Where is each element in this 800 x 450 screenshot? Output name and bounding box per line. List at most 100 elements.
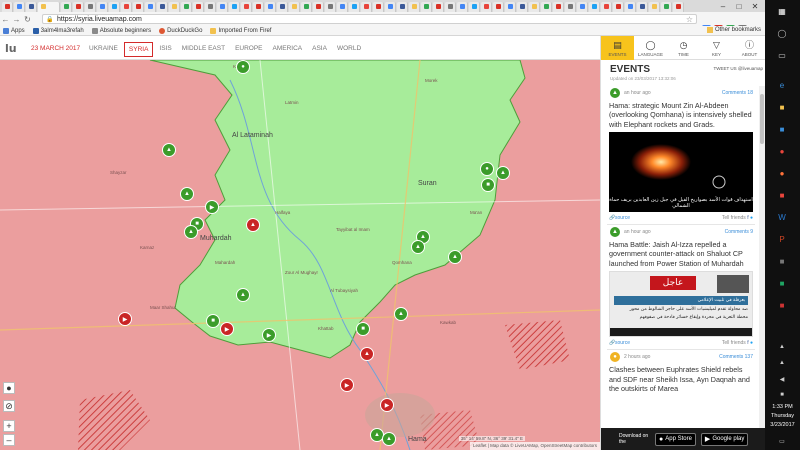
twitter-icon[interactable]: ● [750,340,753,346]
app-store-button[interactable]: ● App Store [655,432,696,446]
event-text[interactable]: Hama: strategic Mount Zin Al-Abdeen (ove… [607,100,755,132]
rebel-event-marker[interactable]: ■ [481,178,495,192]
government-event-marker[interactable]: ▲ [246,218,260,232]
government-event-marker[interactable]: ▶ [380,398,394,412]
tell-friends[interactable]: Tell friends f ● [722,340,753,346]
file-explorer-icon[interactable]: ■ [775,100,789,114]
browser-tab[interactable] [2,2,13,12]
current-date[interactable]: 23 MARCH 2017 [31,45,80,52]
government-event-marker[interactable]: ▶ [220,322,234,336]
other-bookmarks[interactable]: Other bookmarks [706,27,761,33]
browser-tab[interactable] [289,2,300,12]
browser-tab[interactable] [157,2,168,12]
reload-icon[interactable]: ↻ [22,14,33,25]
region-tab-europe[interactable]: EUROPE [231,42,266,57]
browser-tab[interactable] [433,2,444,12]
minimize-icon[interactable]: – [715,0,731,12]
tell-friends[interactable]: Tell friends f ● [722,215,753,221]
browser-tab[interactable] [637,2,648,12]
event-image[interactable]: استهداف قوات الأسد بصواريخ الفيل في جبل … [609,132,753,213]
store-icon[interactable]: ■ [775,122,789,136]
region-tab-asia[interactable]: ASIA [308,42,331,57]
browser-tab[interactable] [553,2,564,12]
browser-tab[interactable] [313,2,324,12]
tab-about[interactable]: ⓘ ABOUT [733,36,765,60]
browser-tab[interactable] [529,2,540,12]
browser-tab[interactable] [493,2,504,12]
browser-tab[interactable] [38,2,60,12]
bookmark-apps[interactable]: Apps [3,27,25,34]
government-event-marker[interactable]: ▶ [340,378,354,392]
region-tab-isis[interactable]: ISIS [155,42,175,57]
browser-tab[interactable] [337,2,348,12]
conflict-map[interactable]: Kafr Zita Latmin Al Lataminah Morek Sura… [0,60,600,450]
rebel-event-marker[interactable]: ▲ [184,225,198,239]
bookmark-item[interactable]: Absolute beginners [91,27,151,34]
browser-tab[interactable] [325,2,336,12]
browser-tab[interactable] [505,2,516,12]
browser-tab[interactable] [601,2,612,12]
browser-tab[interactable] [445,2,456,12]
browser-tab[interactable] [133,2,144,12]
close-icon[interactable]: ✕ [747,0,763,12]
browser-tab[interactable] [205,2,216,12]
browser-tab[interactable] [121,2,132,12]
region-tab-world[interactable]: WORLD [333,42,365,57]
notifications-icon[interactable]: ▭ [775,434,789,448]
browser-tab[interactable] [469,2,480,12]
map-layers-button[interactable]: ⊘ [3,400,15,412]
zoom-out-button[interactable]: – [3,434,15,446]
rebel-event-marker[interactable]: ▲ [448,250,462,264]
network-icon[interactable]: ▲ [775,356,789,370]
search-icon[interactable]: ◯ [775,26,789,40]
browser-tab[interactable] [409,2,420,12]
browser-tab[interactable] [577,2,588,12]
rebel-event-marker[interactable]: ■ [356,322,370,336]
app-icon[interactable]: ■ [775,254,789,268]
browser-tab[interactable] [26,2,37,12]
rebel-event-marker[interactable]: ▲ [382,432,396,446]
rebel-event-marker[interactable]: ▲ [162,143,176,157]
scrollbar-thumb[interactable] [760,94,764,144]
word-icon[interactable]: W [775,210,789,224]
firefox-icon[interactable]: ● [775,166,789,180]
rebel-event-marker[interactable]: ▲ [496,166,510,180]
browser-tab[interactable] [229,2,240,12]
browser-tab[interactable] [169,2,180,12]
source-link[interactable]: source [615,215,630,221]
browser-tab[interactable] [481,2,492,12]
keyboard-icon[interactable]: ■ [775,388,789,402]
browser-tab[interactable] [97,2,108,12]
source-link[interactable]: source [615,340,630,346]
chrome-icon[interactable]: ● [775,144,789,158]
region-tab-ukraine[interactable]: UKRAINE [85,42,122,57]
browser-tab[interactable] [373,2,384,12]
rebel-event-marker[interactable]: ● [480,162,494,176]
tweet-us-link[interactable]: TWEET US @liveuamap [714,66,764,71]
rebel-event-marker[interactable]: ▲ [180,187,194,201]
browser-tab[interactable] [217,2,228,12]
maximize-icon[interactable]: □ [731,0,747,12]
app-icon[interactable]: ■ [775,276,789,290]
browser-tab[interactable] [649,2,660,12]
back-icon[interactable]: ← [0,14,11,25]
task-view-icon[interactable]: ▭ [775,48,789,62]
browser-tab[interactable] [625,2,636,12]
browser-tab[interactable] [397,2,408,12]
rebel-event-marker[interactable]: ▲ [411,240,425,254]
event-text[interactable]: Hama Battle: Jaish Al-Izza repelled a go… [607,239,755,271]
bookmark-star-icon[interactable]: ☆ [686,15,693,24]
browser-tab[interactable] [181,2,192,12]
browser-tab[interactable] [385,2,396,12]
browser-tab[interactable] [349,2,360,12]
browser-tab[interactable] [361,2,372,12]
windows-start-icon[interactable]: ▦ [775,4,789,18]
clock-time[interactable]: 1:33 PM [765,404,800,410]
browser-tab[interactable] [517,2,528,12]
tab-language[interactable]: ◯ LANGUAGE [634,36,667,60]
region-tab-america[interactable]: AMERICA [269,42,307,57]
browser-tab[interactable] [241,2,252,12]
event-item[interactable]: ▲ an hour ago Comments 18 Hama: strategi… [607,86,755,226]
forward-icon[interactable]: → [11,14,22,25]
browser-tab[interactable] [613,2,624,12]
